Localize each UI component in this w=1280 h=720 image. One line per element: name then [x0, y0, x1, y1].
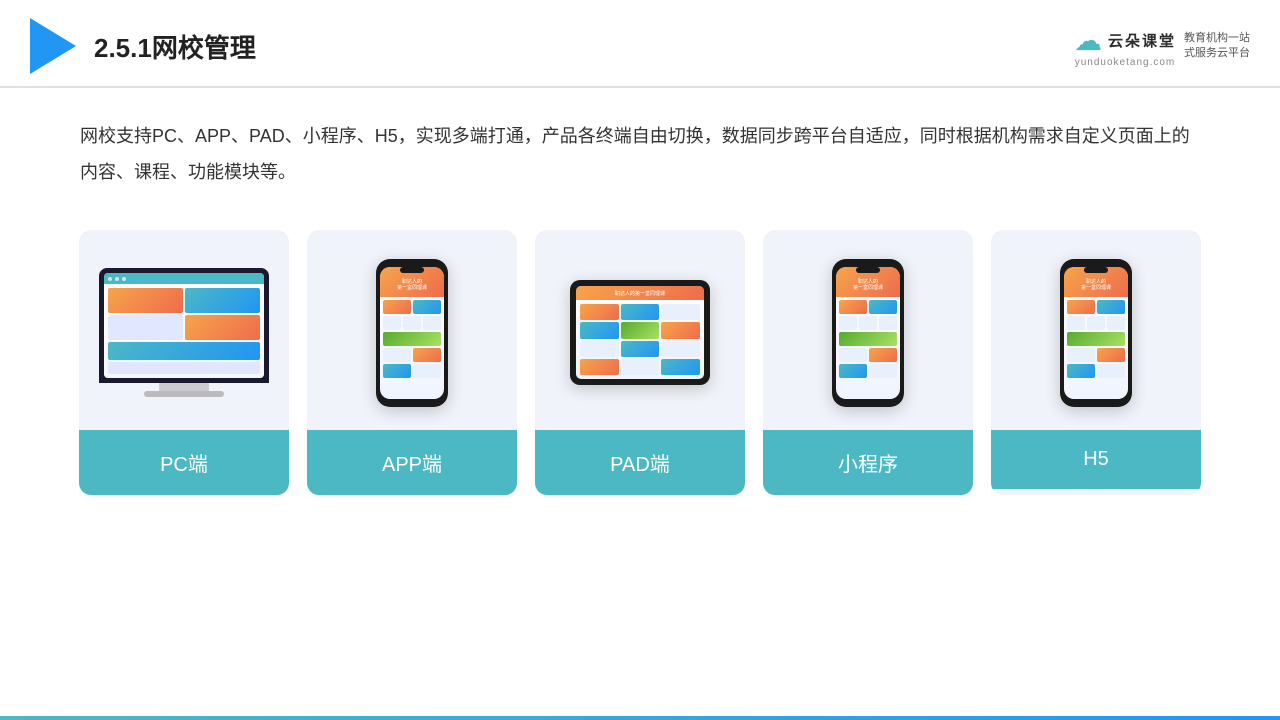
header-right: ☁ 云朵课堂 yunduoketang.com 教育机构一站式服务云平台	[1074, 24, 1250, 68]
brand-logo: ☁ 云朵课堂 yunduoketang.com	[1074, 24, 1176, 68]
card-miniprogram: 职达人的第一堂同理课	[763, 230, 973, 495]
card-label-app: APP端	[307, 430, 517, 495]
cloud-icon: ☁	[1074, 24, 1102, 57]
card-pad: 职达人的第一堂同理课	[535, 230, 745, 495]
phone-mockup-mini: 职达人的第一堂同理课	[832, 259, 904, 407]
card-label-miniprogram: 小程序	[763, 430, 973, 495]
card-h5: 职达人的第一堂同理课	[991, 230, 1201, 495]
brand-name: 云朵课堂	[1108, 30, 1176, 51]
h5-image-area: 职达人的第一堂同理课	[991, 230, 1201, 430]
phone-mockup-app: 职达人的第一堂同理课	[376, 259, 448, 407]
app-image-area: 职达人的第一堂同理课	[307, 230, 517, 430]
bottom-line	[0, 716, 1280, 720]
cards-container: PC端 职达人的第一堂同理课	[0, 200, 1280, 525]
tablet-mockup: 职达人的第一堂同理课	[570, 280, 710, 385]
phone-mockup-h5: 职达人的第一堂同理课	[1060, 259, 1132, 407]
page-title: 2.5.1网校管理	[94, 28, 256, 65]
header: 2.5.1网校管理 ☁ 云朵课堂 yunduoketang.com 教育机构一站…	[0, 0, 1280, 88]
miniprogram-image-area: 职达人的第一堂同理课	[763, 230, 973, 430]
card-label-pc: PC端	[79, 430, 289, 495]
card-pc: PC端	[79, 230, 289, 495]
card-app: 职达人的第一堂同理课	[307, 230, 517, 495]
pc-mockup	[99, 268, 269, 397]
pc-image-area	[79, 230, 289, 430]
brand-url: yunduoketang.com	[1075, 57, 1176, 68]
pad-image-area: 职达人的第一堂同理课	[535, 230, 745, 430]
logo-icon	[30, 18, 76, 74]
brand-slogan: 教育机构一站式服务云平台	[1184, 31, 1250, 62]
card-label-pad: PAD端	[535, 430, 745, 495]
header-left: 2.5.1网校管理	[30, 18, 256, 74]
card-label-h5: H5	[991, 430, 1201, 489]
description-text: 网校支持PC、APP、PAD、小程序、H5，实现多端打通，产品各终端自由切换，数…	[0, 88, 1280, 200]
